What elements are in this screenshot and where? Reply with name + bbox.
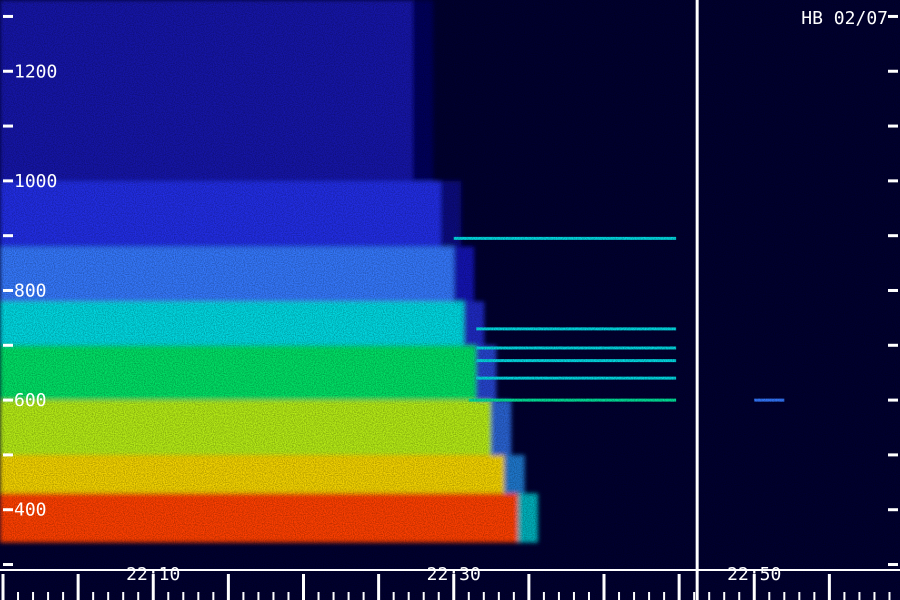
y-tick-label-1000: 1000: [14, 171, 57, 192]
y-tick-label-600: 600: [14, 390, 47, 411]
y-tick-label-800: 800: [14, 280, 47, 301]
noise-overlay: [0, 0, 900, 600]
y-tick-label-1200: 1200: [14, 61, 57, 82]
x-tick-label-22:30: 22:30: [427, 564, 481, 585]
x-tick-label-22:50: 22:50: [727, 564, 781, 585]
y-tick-label-400: 400: [14, 500, 47, 521]
x-tick-label-22:10: 22:10: [126, 564, 180, 585]
spectrogram-chart: 400 600 800 1000 1200 22:10 22:30 22:50 HB 02/…: [0, 0, 900, 600]
station-label: HB 02/07: [801, 8, 888, 29]
